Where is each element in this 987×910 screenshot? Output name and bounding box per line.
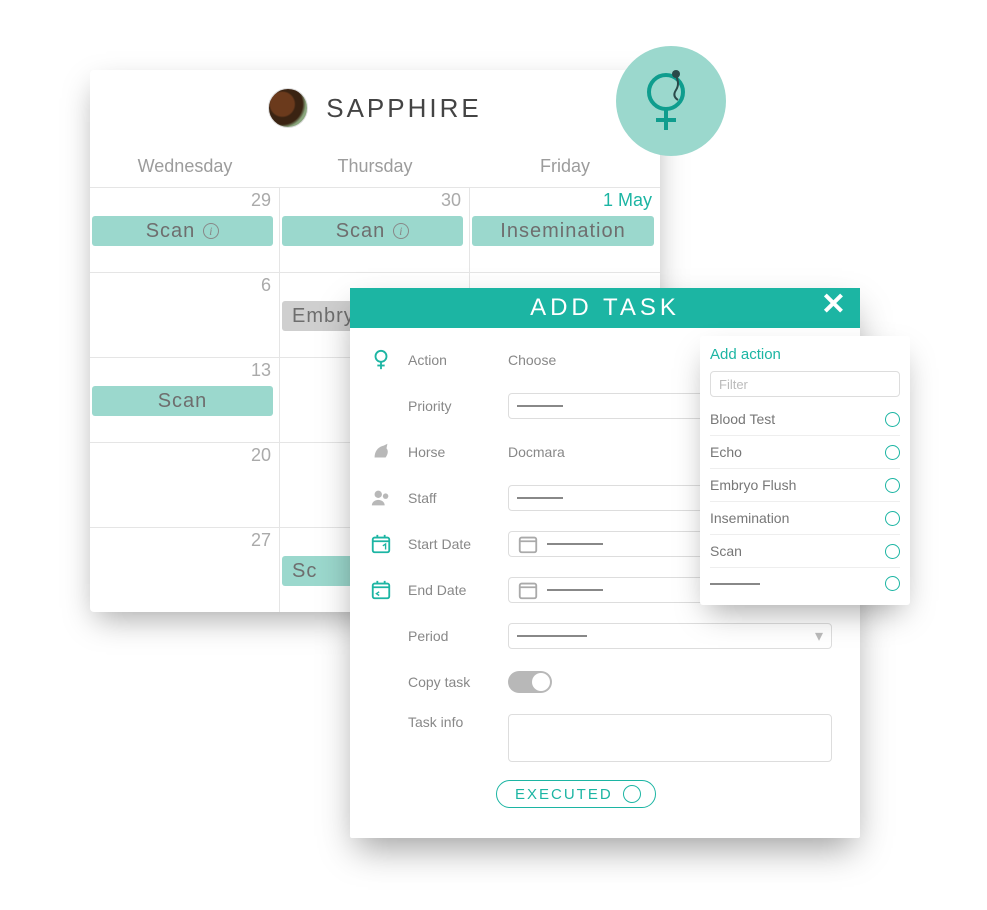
event-pill[interactable]: Scani <box>92 216 273 246</box>
event-pill[interactable]: Scan <box>92 386 273 416</box>
action-option[interactable]: Echo <box>710 436 900 469</box>
copy-task-toggle[interactable] <box>508 671 552 693</box>
event-label: Embry <box>292 305 355 328</box>
action-option-label: Blood Test <box>710 411 775 427</box>
action-option-label: Scan <box>710 543 742 559</box>
action-filter-input[interactable]: Filter <box>710 371 900 397</box>
female-icon <box>370 349 396 371</box>
copy-task-label: Copy task <box>408 674 496 690</box>
executed-circle-icon <box>623 785 641 803</box>
horse-icon <box>370 441 396 463</box>
radio-icon[interactable] <box>885 445 900 460</box>
calendar-icon <box>517 533 539 555</box>
end-date-label: End Date <box>408 582 496 598</box>
day-number: 13 <box>251 360 271 381</box>
radio-icon[interactable] <box>885 544 900 559</box>
executed-button[interactable]: EXECUTED <box>496 780 656 808</box>
calendar-end-icon <box>370 579 396 601</box>
dow-wed: Wednesday <box>90 150 280 187</box>
calendar-day[interactable]: 29 Scani <box>90 188 280 272</box>
action-option-placeholder <box>710 583 760 585</box>
day-number: 30 <box>441 190 461 211</box>
modal-title: ADD TASK <box>530 294 680 321</box>
female-sperm-icon <box>636 66 706 136</box>
field-copy-task: Copy task <box>370 668 832 696</box>
filter-placeholder: Filter <box>719 377 748 392</box>
dow-thu: Thursday <box>280 150 470 187</box>
event-pill[interactable]: Insemination <box>472 216 654 246</box>
day-number: 29 <box>251 190 271 211</box>
event-label: Scan <box>336 220 386 243</box>
horse-avatar[interactable] <box>268 88 308 128</box>
event-label: Insemination <box>500 220 625 243</box>
calendar-day[interactable]: 27 <box>90 528 280 612</box>
action-label: Action <box>408 352 496 368</box>
start-date-label: Start Date <box>408 536 496 552</box>
day-number: 27 <box>251 530 271 551</box>
action-option[interactable]: Scan <box>710 535 900 568</box>
event-label: Scan <box>158 390 208 413</box>
modal-title-bar: ADD TASK ✕ <box>350 288 860 328</box>
staff-label: Staff <box>408 490 496 506</box>
calendar-header: SAPPHIRE <box>90 70 660 150</box>
event-label: Sc <box>292 560 317 583</box>
calendar-day[interactable]: 1 May Insemination <box>470 188 660 272</box>
calendar-dow-row: Wednesday Thursday Friday <box>90 150 660 187</box>
field-task-info: Task info <box>370 714 832 762</box>
calendar-day[interactable]: 6 <box>90 273 280 357</box>
horse-label: Horse <box>408 444 496 460</box>
action-option-label: Insemination <box>710 510 789 526</box>
action-option[interactable]: Insemination <box>710 502 900 535</box>
action-option-label: Embryo Flush <box>710 477 796 493</box>
info-icon[interactable]: i <box>393 223 409 239</box>
calendar-start-icon <box>370 533 396 555</box>
period-input[interactable]: ▾ <box>508 623 832 649</box>
calendar-day[interactable]: 30 Scani <box>280 188 470 272</box>
calendar-day[interactable]: 20 <box>90 443 280 527</box>
period-label: Period <box>408 628 496 644</box>
action-option-label: Echo <box>710 444 742 460</box>
calendar-week: 29Scani30Scani1 MayInsemination <box>90 187 660 272</box>
day-number: 20 <box>251 445 271 466</box>
gender-badge <box>616 46 726 156</box>
day-number: 1 May <box>603 190 652 211</box>
calendar-icon <box>517 579 539 601</box>
horse-name: SAPPHIRE <box>326 93 482 124</box>
task-info-label: Task info <box>408 714 496 730</box>
action-popover: Add action Filter Blood Test Echo Embryo F… <box>700 336 910 605</box>
action-option[interactable] <box>710 568 900 599</box>
radio-icon[interactable] <box>885 478 900 493</box>
task-info-input[interactable] <box>508 714 832 762</box>
day-number: 6 <box>261 275 271 296</box>
executed-label: EXECUTED <box>515 786 613 803</box>
field-period: Period ▾ <box>370 622 832 650</box>
dow-fri: Friday <box>470 150 660 187</box>
popover-title: Add action <box>710 346 900 363</box>
priority-label: Priority <box>408 398 496 414</box>
info-icon[interactable]: i <box>203 223 219 239</box>
close-icon[interactable]: ✕ <box>821 290 850 320</box>
calendar-day[interactable]: 13 Scan <box>90 358 280 442</box>
radio-icon[interactable] <box>885 511 900 526</box>
event-pill[interactable]: Scani <box>282 216 463 246</box>
radio-icon[interactable] <box>885 576 900 591</box>
staff-icon <box>370 487 396 509</box>
action-value: Choose <box>508 352 556 368</box>
action-option[interactable]: Embryo Flush <box>710 469 900 502</box>
radio-icon[interactable] <box>885 412 900 427</box>
action-option[interactable]: Blood Test <box>710 403 900 436</box>
event-label: Scan <box>146 220 196 243</box>
